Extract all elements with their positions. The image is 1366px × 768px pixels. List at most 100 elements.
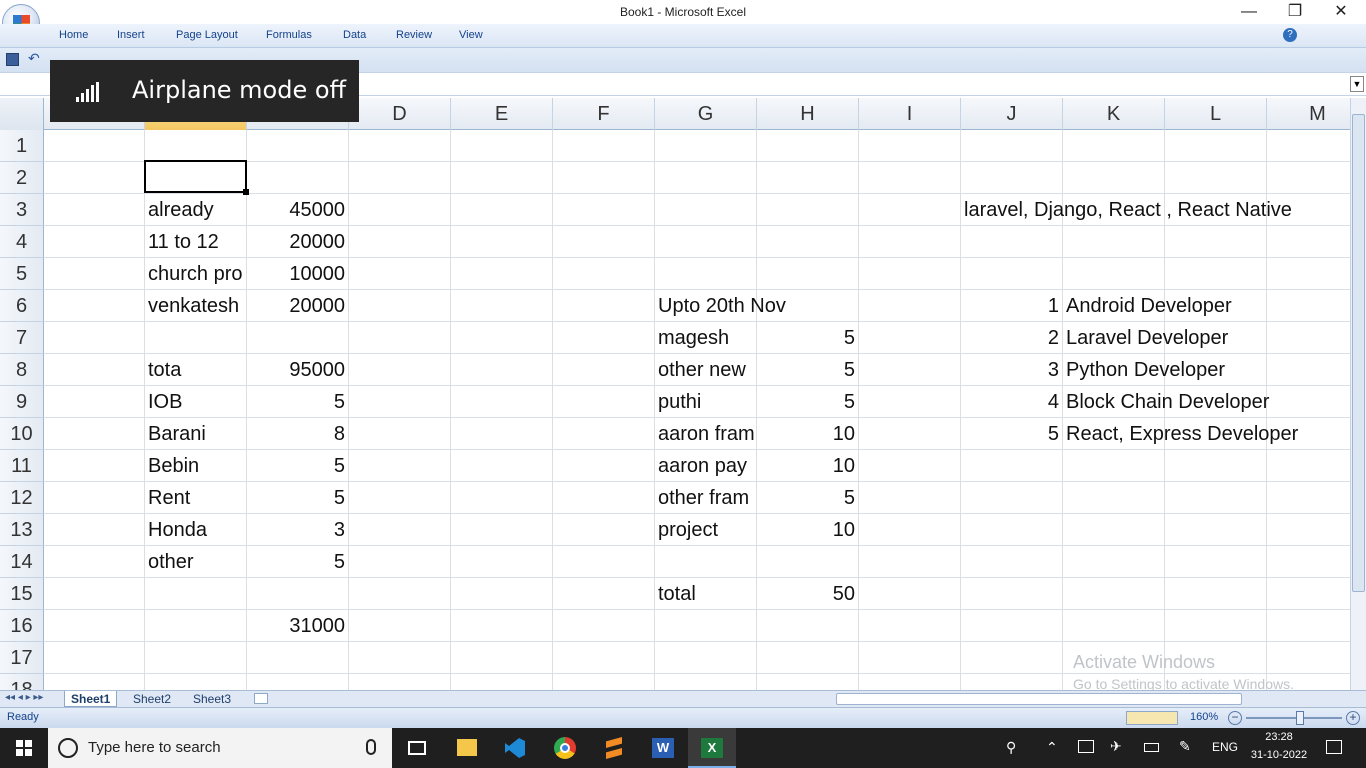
cell-c12[interactable]: 5	[247, 482, 348, 514]
cell-h7[interactable]: 5	[757, 322, 858, 354]
view-buttons[interactable]	[1126, 711, 1178, 725]
sheet-tab-2[interactable]: Sheet2	[127, 691, 177, 707]
row-header-7[interactable]: 7	[0, 322, 44, 354]
row-header-10[interactable]: 10	[0, 418, 44, 450]
cell-c11[interactable]: 5	[247, 450, 348, 482]
tab-view[interactable]: View	[459, 29, 483, 41]
column-header-d[interactable]: D	[349, 98, 451, 130]
cell-g8[interactable]: other new	[655, 354, 756, 386]
sheet-nav-icon[interactable]: ◂◂ ◂ ▸ ▸▸	[5, 692, 43, 703]
insert-sheet-icon[interactable]	[254, 693, 268, 704]
cell-k10[interactable]: React, Express Developer	[1063, 418, 1350, 450]
cell-b4[interactable]: 11 to 12	[145, 226, 246, 258]
wifi-airplane-icon[interactable]: ✈	[1110, 738, 1122, 755]
cell-b8[interactable]: tota	[145, 354, 246, 386]
task-view-icon[interactable]	[394, 728, 442, 768]
column-header-k[interactable]: K	[1063, 98, 1165, 130]
cell-b13[interactable]: Honda	[145, 514, 246, 546]
cell-b6[interactable]: venkatesh	[145, 290, 246, 322]
cell-b11[interactable]: Bebin	[145, 450, 246, 482]
column-header-j[interactable]: J	[961, 98, 1063, 130]
vertical-scrollbar[interactable]	[1350, 98, 1366, 690]
tab-review[interactable]: Review	[396, 29, 432, 41]
save-icon[interactable]	[6, 53, 19, 66]
file-explorer-icon[interactable]	[443, 728, 491, 768]
sheet-tab-3[interactable]: Sheet3	[187, 691, 237, 707]
cell-c14[interactable]: 5	[247, 546, 348, 578]
column-header-h[interactable]: H	[757, 98, 859, 130]
help-icon[interactable]: ?	[1283, 28, 1297, 42]
select-all-button[interactable]	[0, 98, 44, 130]
cell-h15[interactable]: 50	[757, 578, 858, 610]
row-header-12[interactable]: 12	[0, 482, 44, 514]
cell-b10[interactable]: Barani	[145, 418, 246, 450]
column-header-e[interactable]: E	[451, 98, 553, 130]
cell-h13[interactable]: 10	[757, 514, 858, 546]
horizontal-scroll-thumb[interactable]	[836, 693, 1242, 705]
selected-cell-b2[interactable]	[144, 160, 249, 195]
vscode-icon[interactable]	[492, 728, 540, 768]
row-header-6[interactable]: 6	[0, 290, 44, 322]
column-header-i[interactable]: I	[859, 98, 961, 130]
cell-g7[interactable]: magesh	[655, 322, 756, 354]
cell-j7[interactable]: 2	[961, 322, 1062, 354]
vertical-scroll-thumb[interactable]	[1352, 114, 1365, 592]
cell-k9[interactable]: Block Chain Developer	[1063, 386, 1350, 418]
cell-g9[interactable]: puthi	[655, 386, 756, 418]
cell-g6[interactable]: Upto 20th Nov	[655, 290, 858, 322]
minimize-button[interactable]: —	[1226, 0, 1272, 24]
row-header-3[interactable]: 3	[0, 194, 44, 226]
cell-g10[interactable]: aaron fram	[655, 418, 756, 450]
column-header-f[interactable]: F	[553, 98, 655, 130]
restore-button[interactable]: ❐	[1272, 0, 1318, 24]
network-icon[interactable]	[1078, 740, 1094, 753]
cell-g13[interactable]: project	[655, 514, 756, 546]
word-icon[interactable]: W	[639, 728, 687, 768]
row-header-9[interactable]: 9	[0, 386, 44, 418]
microphone-icon[interactable]	[366, 739, 376, 755]
row-header-2[interactable]: 2	[0, 162, 44, 194]
row-header-14[interactable]: 14	[0, 546, 44, 578]
chevron-up-icon[interactable]: ⌃	[1046, 739, 1058, 756]
notification-icon[interactable]	[1326, 740, 1342, 754]
cell-c13[interactable]: 3	[247, 514, 348, 546]
cell-h12[interactable]: 5	[757, 482, 858, 514]
cell-j3[interactable]: laravel, Django, React , React Native	[961, 194, 1350, 226]
tab-page-layout[interactable]: Page Layout	[176, 29, 238, 41]
cell-g11[interactable]: aaron pay	[655, 450, 756, 482]
zoom-out-icon[interactable]: −	[1228, 711, 1242, 725]
tab-data[interactable]: Data	[343, 29, 366, 41]
row-header-16[interactable]: 16	[0, 610, 44, 642]
battery-icon[interactable]	[1144, 743, 1159, 752]
people-icon[interactable]: ⚲	[1006, 739, 1016, 756]
cell-h10[interactable]: 10	[757, 418, 858, 450]
row-header-13[interactable]: 13	[0, 514, 44, 546]
cell-j8[interactable]: 3	[961, 354, 1062, 386]
fill-handle[interactable]	[243, 189, 249, 195]
tab-insert[interactable]: Insert	[117, 29, 145, 41]
cell-k7[interactable]: Laravel Developer	[1063, 322, 1350, 354]
expand-formula-icon[interactable]: ▼	[1350, 76, 1364, 92]
row-header-4[interactable]: 4	[0, 226, 44, 258]
clock-time[interactable]: 23:28	[1249, 731, 1309, 743]
sheet-tab-1[interactable]: Sheet1	[64, 691, 118, 707]
row-header-17[interactable]: 17	[0, 642, 44, 674]
language-indicator[interactable]: ENG	[1212, 740, 1238, 754]
cell-c6[interactable]: 20000	[247, 290, 348, 322]
windows-start-icon[interactable]	[16, 740, 32, 756]
cell-c8[interactable]: 95000	[247, 354, 348, 386]
row-header-15[interactable]: 15	[0, 578, 44, 610]
cell-b3[interactable]: already	[145, 194, 246, 226]
cell-c5[interactable]: 10000	[247, 258, 348, 290]
cell-j6[interactable]: 1	[961, 290, 1062, 322]
cell-b12[interactable]: Rent	[145, 482, 246, 514]
zoom-in-icon[interactable]: +	[1346, 711, 1360, 725]
cell-c3[interactable]: 45000	[247, 194, 348, 226]
cell-j10[interactable]: 5	[961, 418, 1062, 450]
row-header-18[interactable]: 18	[0, 674, 44, 690]
cell-c4[interactable]: 20000	[247, 226, 348, 258]
cell-j9[interactable]: 4	[961, 386, 1062, 418]
row-header-1[interactable]: 1	[0, 130, 44, 162]
column-header-l[interactable]: L	[1165, 98, 1267, 130]
cell-k8[interactable]: Python Developer	[1063, 354, 1350, 386]
